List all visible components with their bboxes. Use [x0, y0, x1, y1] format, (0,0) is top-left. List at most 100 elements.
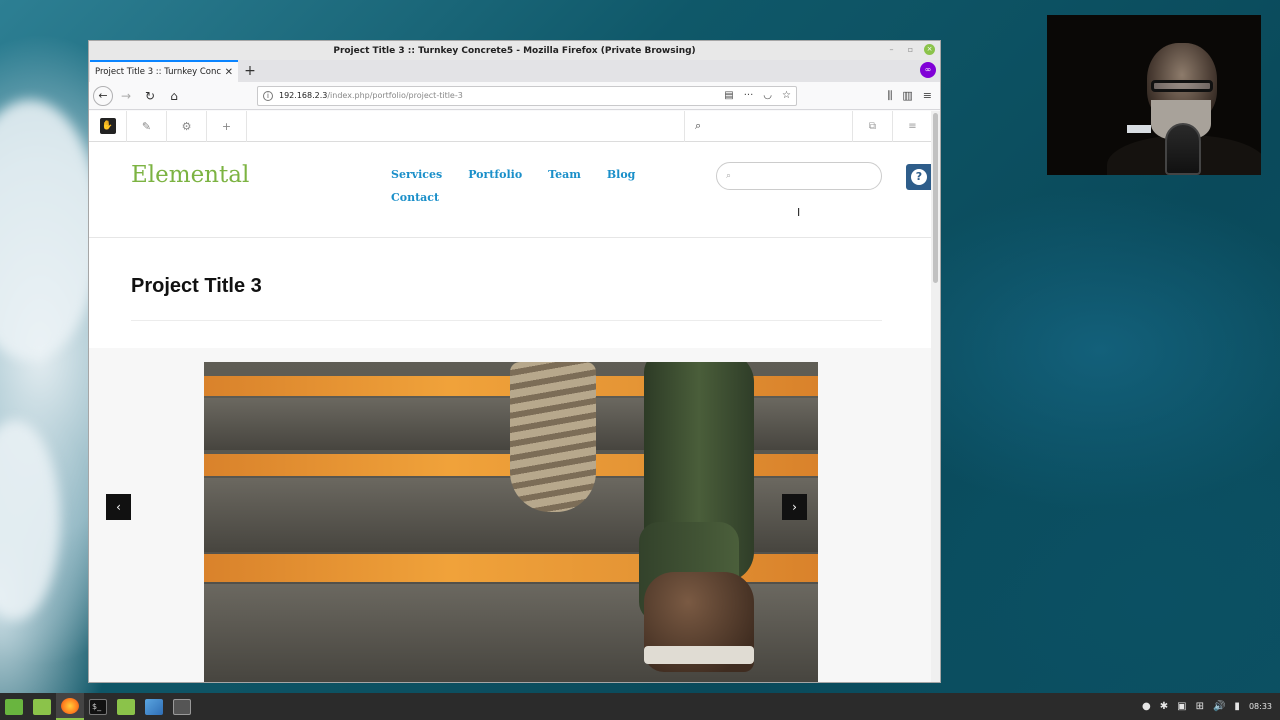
slide-image	[204, 362, 818, 682]
folder-icon	[33, 698, 51, 715]
site-search-input[interactable]: ⌕	[716, 162, 882, 190]
slide-boot	[644, 572, 754, 672]
search-icon: ⌕	[695, 119, 702, 132]
plus-icon: +	[221, 119, 232, 133]
scrollbar-thumb[interactable]	[933, 113, 938, 283]
url-path: /index.php/portfolio/project-title-3	[327, 91, 463, 100]
panel-button[interactable]: ≡	[892, 111, 932, 142]
app-indicator-icon[interactable]: ▣	[1177, 701, 1186, 712]
reader-view-icon[interactable]: ▤	[724, 90, 733, 101]
pocket-icon[interactable]: ◡	[763, 90, 772, 101]
battery-icon[interactable]: ▮	[1234, 701, 1240, 712]
nav-link-services[interactable]: Services	[391, 168, 442, 181]
nav-link-team[interactable]: Team	[548, 168, 581, 181]
site-logo[interactable]: Elemental	[131, 162, 249, 188]
nav-link-blog[interactable]: Blog	[607, 168, 636, 181]
back-button[interactable]: ←	[93, 85, 113, 106]
reload-button[interactable]: ↻	[139, 85, 161, 107]
webcam-lamp	[1127, 125, 1151, 133]
screenshot-icon	[145, 698, 163, 715]
clock[interactable]: 08:33	[1249, 702, 1272, 711]
files-launcher[interactable]	[28, 693, 56, 720]
concrete5-logo-button[interactable]: ✋	[89, 111, 127, 142]
add-content-button[interactable]: +	[207, 111, 247, 142]
nav-link-portfolio[interactable]: Portfolio	[468, 168, 522, 181]
maximize-button[interactable]: ▫	[905, 45, 916, 54]
page-scrollbar[interactable]	[931, 111, 940, 682]
url-tools: ▤ ··· ◡ ☆	[724, 90, 791, 101]
minimize-button[interactable]: –	[886, 45, 897, 54]
sidebar-icon[interactable]: ▥	[902, 89, 912, 103]
slider-next-button[interactable]: ›	[782, 494, 807, 520]
folder-icon	[117, 698, 135, 715]
webcam-microphone	[1165, 123, 1201, 175]
dashboard-button[interactable]: ⧉	[852, 111, 892, 142]
hamburger-menu-icon[interactable]: ≡	[923, 89, 932, 103]
question-icon: ?	[911, 169, 927, 185]
tab-bar: Project Title 3 :: Turnkey Concrete ✕ + …	[89, 60, 940, 82]
firefox-icon	[61, 697, 79, 714]
text-cursor-icon: I	[797, 206, 801, 219]
page-actions-icon[interactable]: ···	[744, 90, 754, 101]
system-tray: ● ✱ ▣ ⊞ 🔊 ▮ 08:33	[1142, 701, 1280, 712]
chevron-left-icon: ‹	[116, 500, 121, 514]
show-desktop-button[interactable]	[168, 693, 196, 720]
edit-page-button[interactable]: ✎	[127, 111, 167, 142]
terminal-taskbar-button[interactable]: $_	[84, 693, 112, 720]
window-icon	[173, 698, 191, 715]
wave-foam	[0, 420, 60, 620]
library-icon[interactable]: ⫼	[887, 89, 892, 103]
boot-sole-band	[644, 646, 754, 664]
webcam-overlay	[1047, 15, 1261, 175]
start-menu-button[interactable]	[0, 693, 28, 720]
divider	[131, 320, 882, 321]
wave-foam	[0, 100, 100, 360]
main-navigation: Services Portfolio Team Blog Contact	[391, 168, 651, 204]
firefox-taskbar-button[interactable]	[56, 693, 84, 720]
window-controls: – ▫ ×	[886, 44, 935, 55]
tab-label: Project Title 3 :: Turnkey Concrete	[95, 67, 221, 77]
image-slider: ‹ ›	[89, 348, 932, 682]
close-window-button[interactable]: ×	[924, 44, 935, 55]
slider-prev-button[interactable]: ‹	[106, 494, 131, 520]
status-dot-icon: ●	[1142, 701, 1151, 712]
site-header: Elemental Services Portfolio Team Blog C…	[89, 142, 932, 238]
search-icon: ⌕	[726, 171, 732, 181]
slide-shoe-sole	[510, 362, 596, 512]
private-browsing-icon: ∞	[920, 62, 936, 78]
nav-link-contact[interactable]: Contact	[391, 191, 439, 204]
volume-icon[interactable]: 🔊	[1213, 701, 1225, 712]
home-button[interactable]: ⌂	[163, 85, 185, 107]
sliders-icon: ≡	[908, 120, 917, 132]
file-manager-taskbar-button[interactable]	[112, 693, 140, 720]
url-host: 192.168.2.3	[279, 91, 328, 100]
page-viewport: ✋ ✎ ⚙ + ⌕ ⧉ ≡ Elemental Services Portfol…	[89, 111, 932, 682]
forward-button[interactable]: →	[115, 85, 137, 107]
gear-icon: ⚙	[181, 119, 192, 133]
network-icon[interactable]: ⊞	[1196, 701, 1204, 712]
window-titlebar[interactable]: Project Title 3 :: Turnkey Concrete5 - M…	[89, 41, 940, 60]
mint-menu-icon	[5, 698, 23, 715]
window-title: Project Title 3 :: Turnkey Concrete5 - M…	[333, 45, 696, 56]
page-settings-button[interactable]: ⚙	[167, 111, 207, 142]
url-bar[interactable]: i 192.168.2.3 /index.php/portfolio/proje…	[257, 85, 797, 106]
bookmark-star-icon[interactable]: ☆	[782, 90, 791, 101]
concrete5-toolbar: ✋ ✎ ⚙ + ⌕ ⧉ ≡	[89, 111, 932, 142]
toolbar-right: ⫼ ▥ ≡	[887, 89, 936, 103]
browser-window: Project Title 3 :: Turnkey Concrete5 - M…	[88, 40, 941, 683]
screenshot-taskbar-button[interactable]	[140, 693, 168, 720]
tab-close-icon[interactable]: ✕	[225, 67, 233, 78]
help-button[interactable]: ?	[906, 164, 932, 190]
pencil-icon: ✎	[141, 119, 152, 133]
bluetooth-icon[interactable]: ✱	[1160, 701, 1168, 712]
info-icon[interactable]: i	[263, 90, 273, 101]
page-title: Project Title 3	[131, 275, 262, 297]
webcam-person-glasses	[1151, 80, 1213, 92]
browser-tab[interactable]: Project Title 3 :: Turnkey Concrete ✕	[90, 60, 238, 82]
sitemap-icon: ⧉	[868, 120, 877, 132]
page-title-area: Project Title 3	[89, 238, 932, 348]
new-tab-button[interactable]: +	[238, 60, 262, 82]
terminal-icon: $_	[89, 698, 107, 715]
chevron-right-icon: ›	[792, 500, 797, 514]
concrete5-search[interactable]: ⌕	[684, 111, 852, 142]
